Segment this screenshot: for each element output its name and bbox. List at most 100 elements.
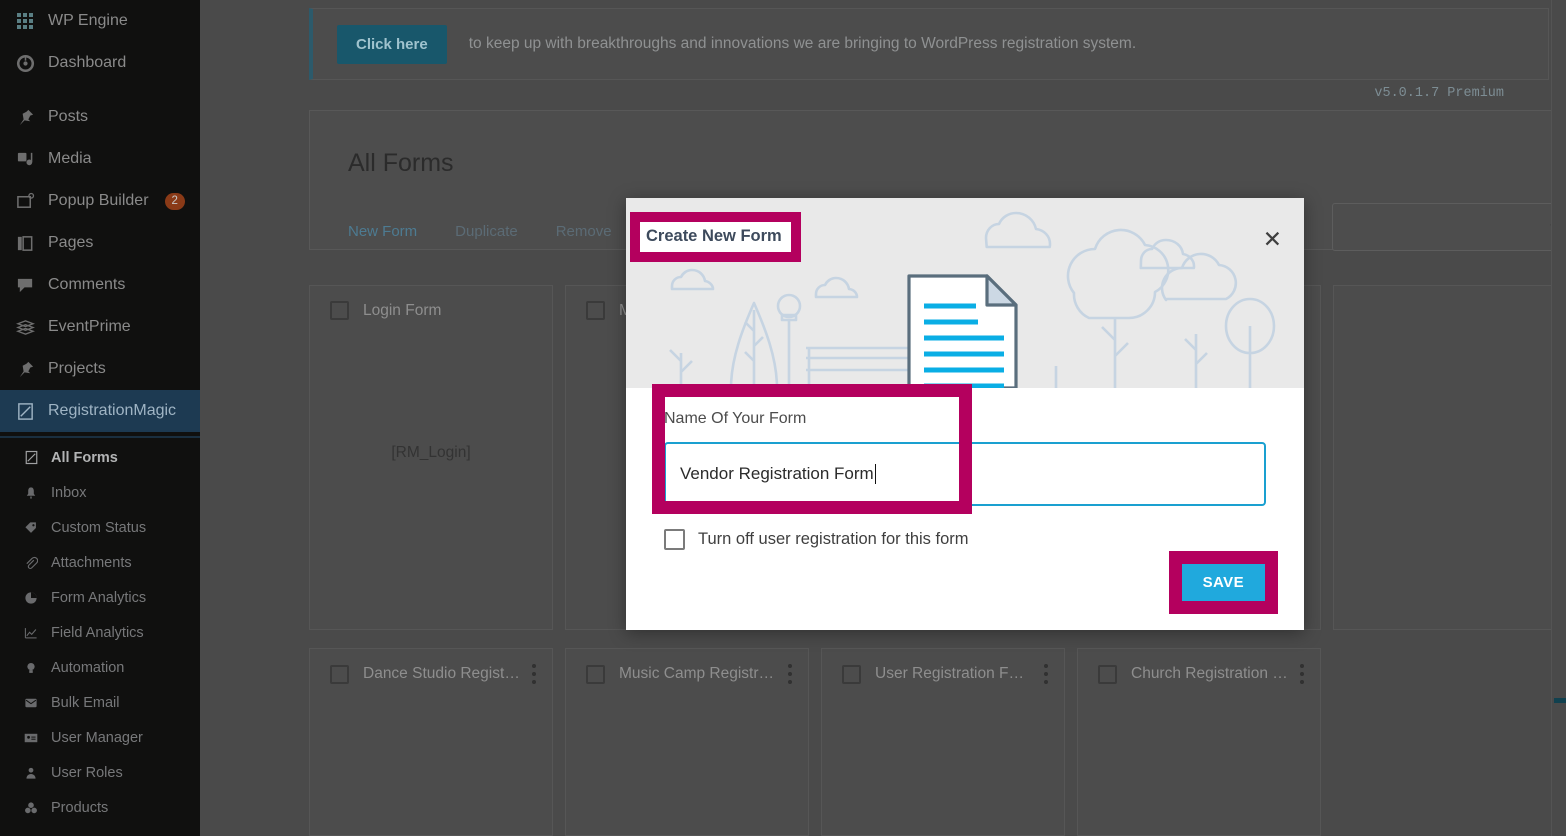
form-card-menu-icon[interactable] — [1044, 664, 1050, 684]
sidebar-item-label: All Forms — [51, 449, 118, 466]
sidebar-item-posts[interactable]: Posts — [0, 96, 200, 138]
sidebar-item-label: Projects — [48, 360, 106, 377]
sidebar-item-label: Custom Status — [51, 519, 147, 536]
sidebar-item-label: Form Analytics — [51, 589, 147, 606]
promo-banner-text: to keep up with breakthroughs and innova… — [468, 35, 1137, 52]
sidebar-item-label: Attachments — [51, 554, 132, 571]
inbox-icon — [22, 484, 40, 502]
comments-icon — [14, 274, 36, 296]
form-card-header: Dance Studio Registra... — [310, 649, 552, 684]
form-card[interactable]: Dance Studio Registra... — [309, 648, 553, 836]
form-card-menu-icon[interactable] — [788, 664, 794, 684]
create-new-form-modal: Create New Form ✕ Name Of Your Form Vend… — [626, 198, 1304, 630]
form-card[interactable]: User Registration Form — [821, 648, 1065, 836]
form-card[interactable]: Church Registration F... — [1077, 648, 1321, 836]
sidebar-item-label: Inbox — [51, 484, 87, 501]
app-root: WP Engine Dashboard Posts Media Popup Bu… — [0, 0, 1566, 836]
sidebar-item-field-analytics[interactable]: Field Analytics — [0, 615, 200, 650]
lightbulb-icon — [22, 659, 40, 677]
sidebar-item-user-manager[interactable]: User Manager — [0, 720, 200, 755]
pages-icon — [14, 232, 36, 254]
sidebar-item-form-analytics[interactable]: Form Analytics — [0, 580, 200, 615]
sidebar-item-projects[interactable]: Projects — [0, 348, 200, 390]
modal-body: Name Of Your Form Vendor Registration Fo… — [626, 384, 1304, 550]
sidebar-item-pages[interactable]: Pages — [0, 222, 200, 264]
sidebar-item-label: Pages — [48, 234, 94, 251]
sidebar-item-attachments[interactable]: Attachments — [0, 545, 200, 580]
modal-hero: Create New Form ✕ — [626, 198, 1304, 388]
sidebar-item-custom-status[interactable]: Custom Status — [0, 510, 200, 545]
form-sort-select[interactable] — [1332, 203, 1566, 251]
sidebar-item-label: Automation — [51, 659, 125, 676]
tab-remove[interactable]: Remove — [556, 223, 612, 240]
text-caret — [874, 464, 877, 484]
sidebar-divider — [0, 436, 200, 438]
scrollbar-marker — [1554, 698, 1566, 703]
form-name-input-value: Vendor Registration Form — [680, 464, 874, 483]
tab-new-form[interactable]: New Form — [348, 223, 417, 240]
sidebar-item-registrationmagic[interactable]: RegistrationMagic — [0, 390, 200, 432]
eventprime-icon — [14, 316, 36, 338]
form-card-name: Church Registration F... — [1131, 665, 1288, 682]
form-name-input[interactable]: Vendor Registration Form — [664, 442, 1266, 506]
turn-off-registration-checkbox[interactable] — [664, 529, 685, 550]
form-card-checkbox[interactable] — [330, 301, 349, 320]
close-icon[interactable]: ✕ — [1263, 228, 1282, 251]
dashboard-icon — [14, 52, 36, 74]
sidebar-item-label: User Manager — [51, 729, 143, 746]
sidebar-item-products[interactable]: Products — [0, 790, 200, 825]
pin-icon — [14, 358, 36, 380]
media-icon — [14, 148, 36, 170]
form-card[interactable]: Login Form [RM_Login] — [309, 285, 553, 630]
id-card-icon — [22, 729, 40, 747]
tag-icon — [22, 519, 40, 537]
popup-builder-badge: 2 — [164, 192, 185, 210]
version-label: v5.0.1.7 Premium — [1374, 86, 1504, 101]
sidebar-item-automation[interactable]: Automation — [0, 650, 200, 685]
sidebar-item-bulk-email[interactable]: Bulk Email — [0, 685, 200, 720]
wpengine-icon — [14, 10, 36, 32]
sidebar-item-comments[interactable]: Comments — [0, 264, 200, 306]
tab-duplicate[interactable]: Duplicate — [455, 223, 518, 240]
form-card-menu-icon[interactable] — [532, 664, 538, 684]
form-card-checkbox[interactable] — [1098, 664, 1117, 684]
form-card-checkbox[interactable] — [842, 664, 861, 684]
sidebar-item-eventprime[interactable]: EventPrime — [0, 306, 200, 348]
pie-chart-icon — [22, 589, 40, 607]
sidebar-item-popup-builder[interactable]: Popup Builder 2 — [0, 180, 200, 222]
form-name-label: Name Of Your Form — [664, 410, 807, 427]
pin-icon — [14, 106, 36, 128]
page-title: All Forms — [348, 149, 454, 177]
sidebar-item-dashboard[interactable]: Dashboard — [0, 42, 200, 84]
form-card[interactable] — [1333, 285, 1566, 630]
form-card-name: Login Form — [363, 301, 442, 319]
sidebar-item-inbox[interactable]: Inbox — [0, 475, 200, 510]
popup-icon — [14, 190, 36, 212]
sidebar-item-user-roles[interactable]: User Roles — [0, 755, 200, 790]
sidebar-item-label: Dashboard — [48, 54, 127, 71]
form-card-checkbox[interactable] — [586, 301, 605, 320]
turn-off-registration-row[interactable]: Turn off user registration for this form — [664, 529, 1278, 550]
save-button[interactable]: SAVE — [1181, 564, 1265, 601]
form-card-header: Login Form — [310, 286, 552, 320]
sidebar-item-label: Bulk Email — [51, 694, 120, 711]
sidebar-item-label: Popup Builder — [48, 192, 149, 209]
form-card-name: Music Camp Registrat... — [619, 665, 776, 682]
sidebar-item-label: RegistrationMagic — [48, 402, 177, 419]
form-card-checkbox[interactable] — [586, 664, 605, 684]
sidebar-item-all-forms[interactable]: All Forms — [0, 440, 200, 475]
form-card-menu-icon[interactable] — [1300, 664, 1306, 684]
form-shortcode: [RM_Login] — [391, 443, 471, 461]
form-card[interactable]: Music Camp Registrat... — [565, 648, 809, 836]
envelope-icon — [22, 694, 40, 712]
sidebar-item-media[interactable]: Media — [0, 138, 200, 180]
promo-banner: Click here to keep up with breakthroughs… — [309, 8, 1549, 80]
sidebar-item-wp-engine[interactable]: WP Engine — [0, 0, 200, 42]
form-card-checkbox[interactable] — [330, 664, 349, 684]
products-icon — [22, 799, 40, 817]
click-here-button[interactable]: Click here — [337, 24, 447, 64]
sidebar-item-label: Comments — [48, 276, 126, 293]
page-scrollbar[interactable] — [1552, 0, 1566, 836]
modal-title: Create New Form — [640, 222, 791, 252]
